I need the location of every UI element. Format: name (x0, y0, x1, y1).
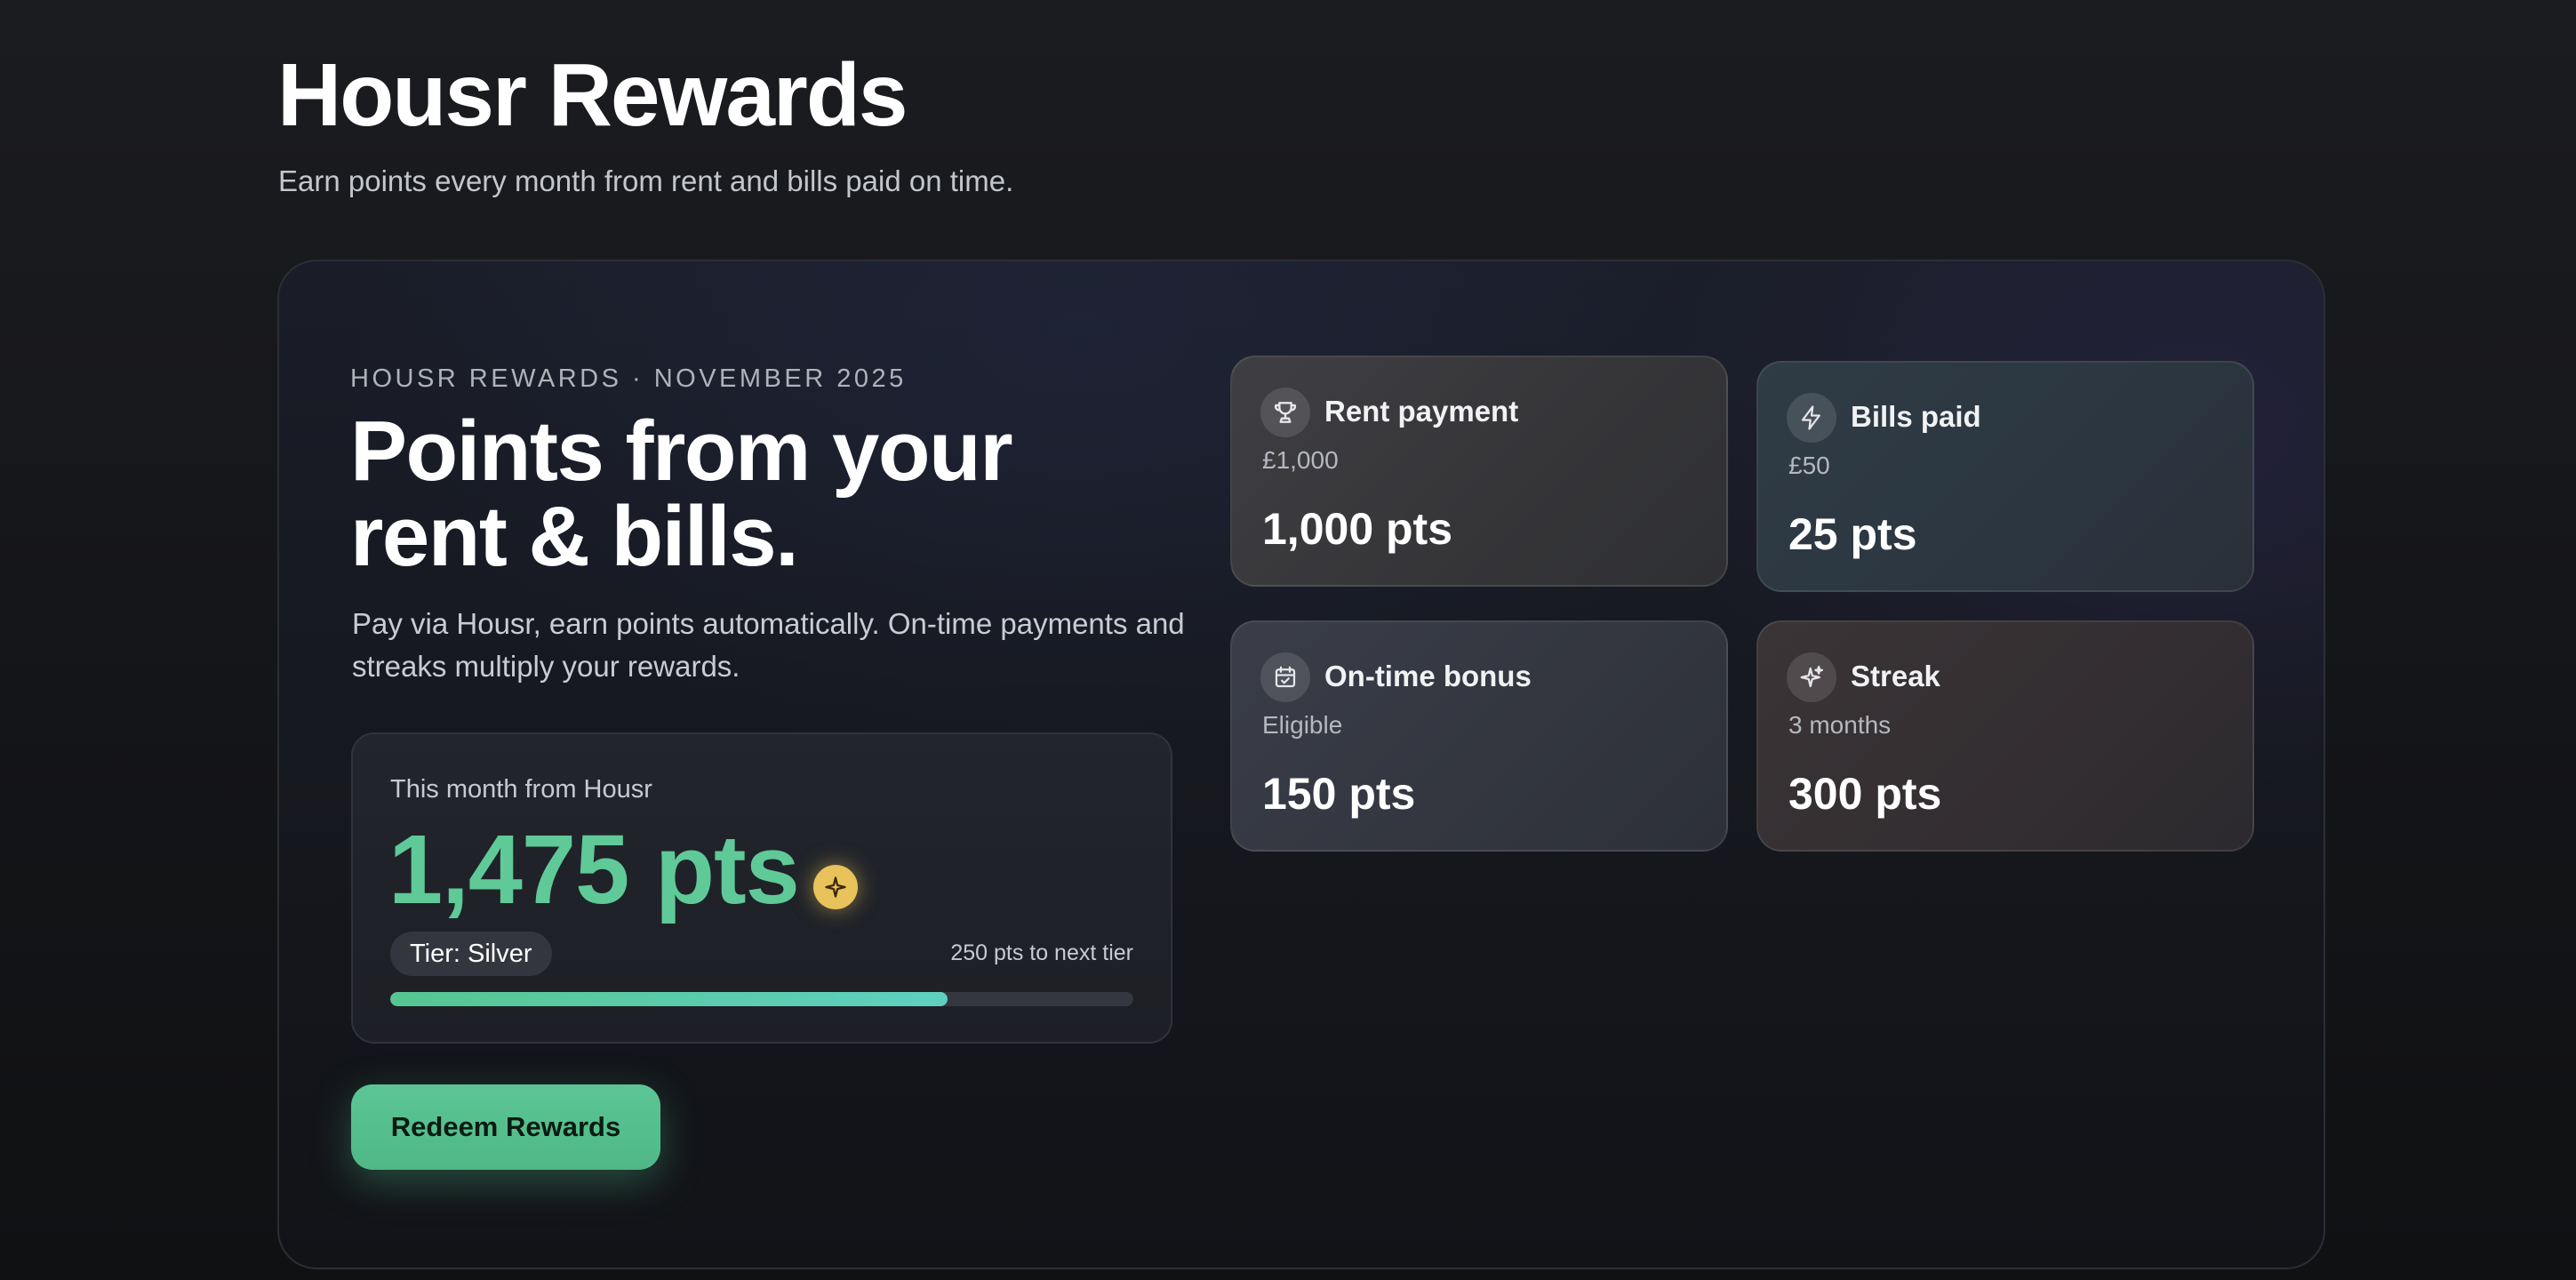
stat-points: 150 pts (1262, 769, 1416, 819)
trophy-icon (1260, 388, 1310, 437)
stat-title: Bills paid (1851, 400, 1981, 433)
tier-progress-bar (390, 992, 1133, 1006)
hero-title: Points from your rent & bills. (350, 409, 1150, 580)
sparkles-icon (1787, 652, 1836, 702)
total-points: 1,475 pts (388, 815, 800, 924)
stat-amount: £50 (1788, 452, 1830, 479)
eyebrow-label: HOUSR REWARDS · NOVEMBER 2025 (350, 364, 907, 393)
stat-card-bills-paid: Bills paid £50 25 pts (1756, 361, 2254, 592)
stat-card-streak: Streak 3 months 300 pts (1756, 620, 2254, 852)
calendar-check-icon (1260, 652, 1310, 702)
stat-card-on-time-bonus: On-time bonus Eligible 150 pts (1230, 620, 1728, 852)
next-tier-text: 250 pts to next tier (950, 940, 1133, 965)
sparkle-icon (812, 865, 858, 909)
stat-points: 25 pts (1788, 509, 1917, 559)
month-label: This month from Housr (390, 775, 652, 804)
tier-badge: Tier: Silver (390, 932, 552, 976)
tier-progress-fill (390, 992, 948, 1006)
stat-title: On-time bonus (1324, 660, 1532, 692)
stat-title: Rent payment (1324, 395, 1519, 428)
stat-duration: 3 months (1788, 711, 1892, 739)
lightning-icon (1787, 393, 1836, 443)
page-subtitle: Earn points every month from rent and bi… (278, 164, 1014, 197)
rewards-page: Housr Rewards Earn points every month fr… (0, 0, 2576, 1280)
hero-title-line2: rent & bills. (350, 489, 799, 584)
stat-status: Eligible (1262, 711, 1343, 739)
stat-points: 1,000 pts (1262, 504, 1453, 554)
points-row: 1,475 pts (388, 816, 858, 924)
redeem-rewards-button[interactable]: Redeem Rewards (351, 1084, 660, 1170)
stat-card-rent-payment: Rent payment £1,000 1,000 pts (1230, 356, 1728, 587)
stat-amount: £1,000 (1262, 446, 1339, 474)
stat-title: Streak (1851, 660, 1940, 692)
hero-description: Pay via Housr, earn points automatically… (352, 607, 1185, 683)
page-title: Housr Rewards (277, 45, 908, 145)
hero-title-line1: Points from your (350, 404, 1013, 499)
stat-points: 300 pts (1788, 769, 1942, 819)
rewards-panel: HOUSR REWARDS · NOVEMBER 2025 Points fro… (277, 260, 2325, 1269)
month-summary-card: This month from Housr 1,475 pts Tier: Si… (351, 732, 1172, 1044)
